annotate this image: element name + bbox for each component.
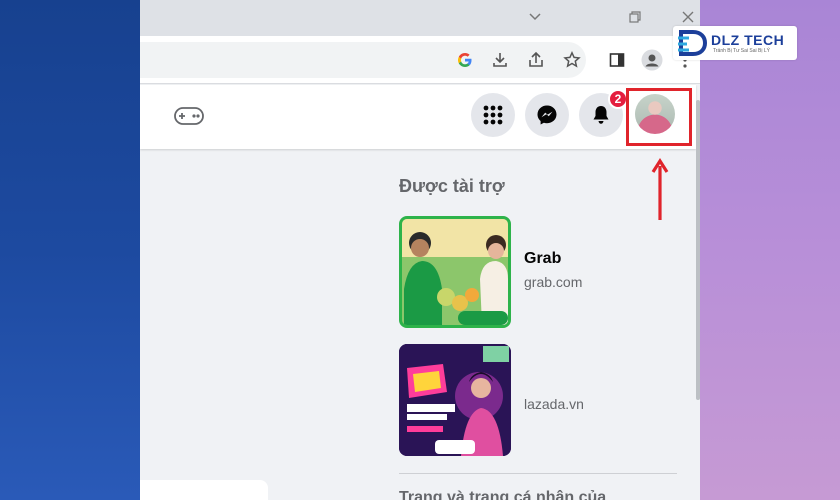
grab-ad-image[interactable] xyxy=(399,216,511,328)
share-icon[interactable] xyxy=(525,49,547,71)
restore-icon[interactable] xyxy=(622,6,648,28)
download-icon[interactable] xyxy=(489,49,511,71)
highlight-box xyxy=(626,88,692,146)
lazada-ad-image[interactable] xyxy=(399,344,511,456)
background-right xyxy=(700,0,840,500)
notification-badge: 2 xyxy=(608,89,628,109)
section-heading-partial: Trang và trang cá nhân của xyxy=(399,489,607,500)
ad-lazada[interactable]: lazada.vn xyxy=(399,344,699,456)
title-bar xyxy=(140,0,700,36)
star-icon[interactable] xyxy=(561,49,583,71)
scrollbar[interactable] xyxy=(696,100,700,400)
background-left xyxy=(0,0,140,500)
logo-tagline: Tránh Bị Tư Sai Sai Bị LÝ xyxy=(713,48,770,54)
dlz-tech-logo: DLZ TECH Tránh Bị Tư Sai Sai Bị LÝ xyxy=(673,26,797,60)
feed-card-edge xyxy=(140,480,268,500)
logo-text: DLZ TECH xyxy=(711,32,785,48)
browser-window: 2 Được tài trợ Grab grab.com lazada.vn T… xyxy=(140,0,700,500)
divider xyxy=(399,473,677,474)
google-icon[interactable] xyxy=(454,49,476,71)
ad-url[interactable]: lazada.vn xyxy=(524,396,584,412)
arrow-up-icon xyxy=(651,158,669,220)
gaming-icon[interactable] xyxy=(174,106,204,131)
facebook-header: 2 xyxy=(140,85,696,149)
menu-grid-icon[interactable] xyxy=(471,93,515,137)
messenger-icon[interactable] xyxy=(525,93,569,137)
close-icon[interactable] xyxy=(675,6,700,28)
address-bar[interactable] xyxy=(140,42,586,78)
ad-name[interactable]: Grab xyxy=(524,250,561,268)
chevron-down-icon[interactable] xyxy=(522,6,548,28)
browser-toolbar xyxy=(140,36,700,84)
profile-icon[interactable] xyxy=(641,49,663,71)
ad-grab[interactable]: Grab grab.com xyxy=(399,216,699,328)
sponsored-title: Được tài trợ xyxy=(399,176,505,196)
ad-url[interactable]: grab.com xyxy=(524,274,582,290)
sidebar-panel-icon[interactable] xyxy=(606,49,628,71)
